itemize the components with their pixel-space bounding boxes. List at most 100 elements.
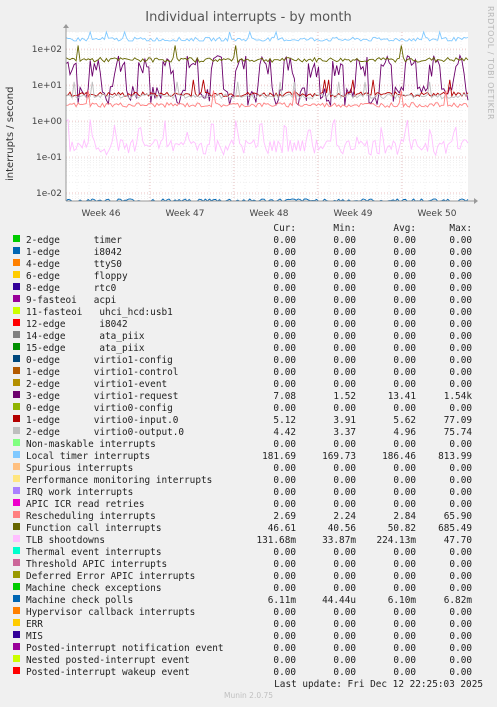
legend-swatch [13,331,20,338]
legend-row: Threshold APIC interrupts 0.00 0.00 0.00 0.0… [0,559,497,571]
legend-cur: 0.00 [273,559,296,570]
legend-min: 0.00 [333,271,356,282]
legend-avg: 5.62 [393,415,416,426]
legend-swatch [13,403,20,410]
legend-row: 1-edge i8042 0.00 0.00 0.00 0.00 [0,247,497,259]
legend-swatch [13,355,20,362]
legend-cur: 0.00 [273,307,296,318]
legend-swatch [13,571,20,578]
legend-cur: 0.00 [273,367,296,378]
legend-avg: 0.00 [393,343,416,354]
legend-swatch [13,475,20,482]
legend-cur: 0.00 [273,571,296,582]
legend-swatch [13,499,20,506]
legend-avg: 0.00 [393,259,416,270]
legend-avg: 0.00 [393,367,416,378]
legend-max: 0.00 [449,475,472,486]
legend-swatch [13,487,20,494]
legend-swatch [13,523,20,530]
legend-swatch [13,319,20,326]
legend-name: Rescheduling interrupts [26,511,156,522]
legend-avg: 0.00 [393,235,416,246]
legend-name: Nested posted-interrupt event [26,655,190,666]
legend-avg: 0.00 [393,319,416,330]
x-tick-label: Week 47 [166,209,205,219]
legend-min: 40.56 [327,523,356,534]
legend-max: 813.99 [438,451,472,462]
legend-cur: 0.00 [273,583,296,594]
legend-swatch [13,535,20,542]
legend-name: TLB shootdowns [26,535,106,546]
legend-cur: 0.00 [273,235,296,246]
legend-name: Machine check exceptions [26,583,162,594]
legend-row: 12-edge i8042 0.00 0.00 0.00 0.00 [0,319,497,331]
legend-row: Non-maskable interrupts 0.00 0.00 0.00 0.00 [0,439,497,451]
legend-name: 12-edge i8042 [26,319,128,330]
legend-row: Posted-interrupt notification event 0.00 0… [0,643,497,655]
legend-swatch [13,451,20,458]
legend-avg: 6.10m [387,595,416,606]
y-tick-label: 1e-01 [36,153,62,163]
legend-row: Rescheduling interrupts 2.69 2.24 2.84 65.90 [0,511,497,523]
legend-cur: 0.00 [273,259,296,270]
legend-row: Machine check exceptions 0.00 0.00 0.00 0.00 [0,583,497,595]
legend-cur: 0.00 [273,487,296,498]
legend-row: 0-edge virtio1-config 0.00 0.00 0.00 0.00 [0,355,497,367]
legend-cur: 0.00 [273,667,296,678]
legend-swatch [13,511,20,518]
legend-min: 0.00 [333,343,356,354]
legend-min: 3.91 [333,415,356,426]
legend-max: 1.54k [443,391,472,402]
legend-max: 0.00 [449,367,472,378]
legend-avg: 13.41 [387,391,416,402]
x-axis-arrow [474,198,478,204]
legend-max: 0.00 [449,631,472,642]
legend-cur: 0.00 [273,247,296,258]
legend-cur: 131.68m [256,535,296,546]
legend-max: 0.00 [449,607,472,618]
legend-name: 1-edge i8042 [26,247,122,258]
legend-max: 0.00 [449,619,472,630]
legend-swatch [13,235,20,242]
legend-avg: 0.00 [393,667,416,678]
legend-name: 0-edge virtio1-config [26,355,173,366]
munin-version: Munin 2.0.75 [223,691,274,700]
legend-max: 47.70 [443,535,472,546]
legend-min: 0.00 [333,307,356,318]
legend-swatch [13,559,20,566]
legend-max: 0.00 [449,355,472,366]
x-tick-label: Week 49 [334,209,373,219]
legend-avg: 0.00 [393,403,416,414]
legend-row: Thermal event interrupts 0.00 0.00 0.00 0.00 [0,547,497,559]
legend-row: Deferred Error APIC interrupts 0.00 0.00 0.… [0,571,497,583]
legend-avg: 50.82 [387,523,416,534]
legend-max: 6.82m [443,595,472,606]
legend-cur: 0.00 [273,655,296,666]
legend-row: Machine check polls 6.11m 44.44u 6.10m 6.82m [0,595,497,607]
legend-name: Posted-interrupt wakeup event [26,667,190,678]
legend-cur: 0.00 [273,499,296,510]
legend-row: Spurious interrupts 0.00 0.00 0.00 0.00 [0,463,497,475]
legend-min: 0.00 [333,331,356,342]
legend-avg: 0.00 [393,379,416,390]
legend-name: Performance monitoring interrupts [26,475,213,486]
legend-avg: 0.00 [393,271,416,282]
legend-avg: 0.00 [393,547,416,558]
legend-row: Nested posted-interrupt event 0.00 0.00 0.0… [0,655,497,667]
legend-cur: 0.00 [273,631,296,642]
legend-row: TLB shootdowns 131.68m 33.87m 224.13m 47.70 [0,535,497,547]
legend-row: Local timer interrupts 181.69 169.73 186.46… [0,451,497,463]
legend-row: MIS 0.00 0.00 0.00 0.00 [0,631,497,643]
legend-swatch [13,271,20,278]
legend-cur: 0.00 [273,547,296,558]
legend-avg: 0.00 [393,355,416,366]
legend-min: 1.52 [333,391,356,402]
legend-row: 2-edge virtio1-event 0.00 0.00 0.00 0.00 [0,379,497,391]
legend-max: 0.00 [449,547,472,558]
legend-min: 0.00 [333,283,356,294]
legend-cur: 0.00 [273,355,296,366]
legend-swatch [13,247,20,254]
legend-max: 0.00 [449,463,472,474]
legend-max: 0.00 [449,559,472,570]
legend-max: 0.00 [449,247,472,258]
